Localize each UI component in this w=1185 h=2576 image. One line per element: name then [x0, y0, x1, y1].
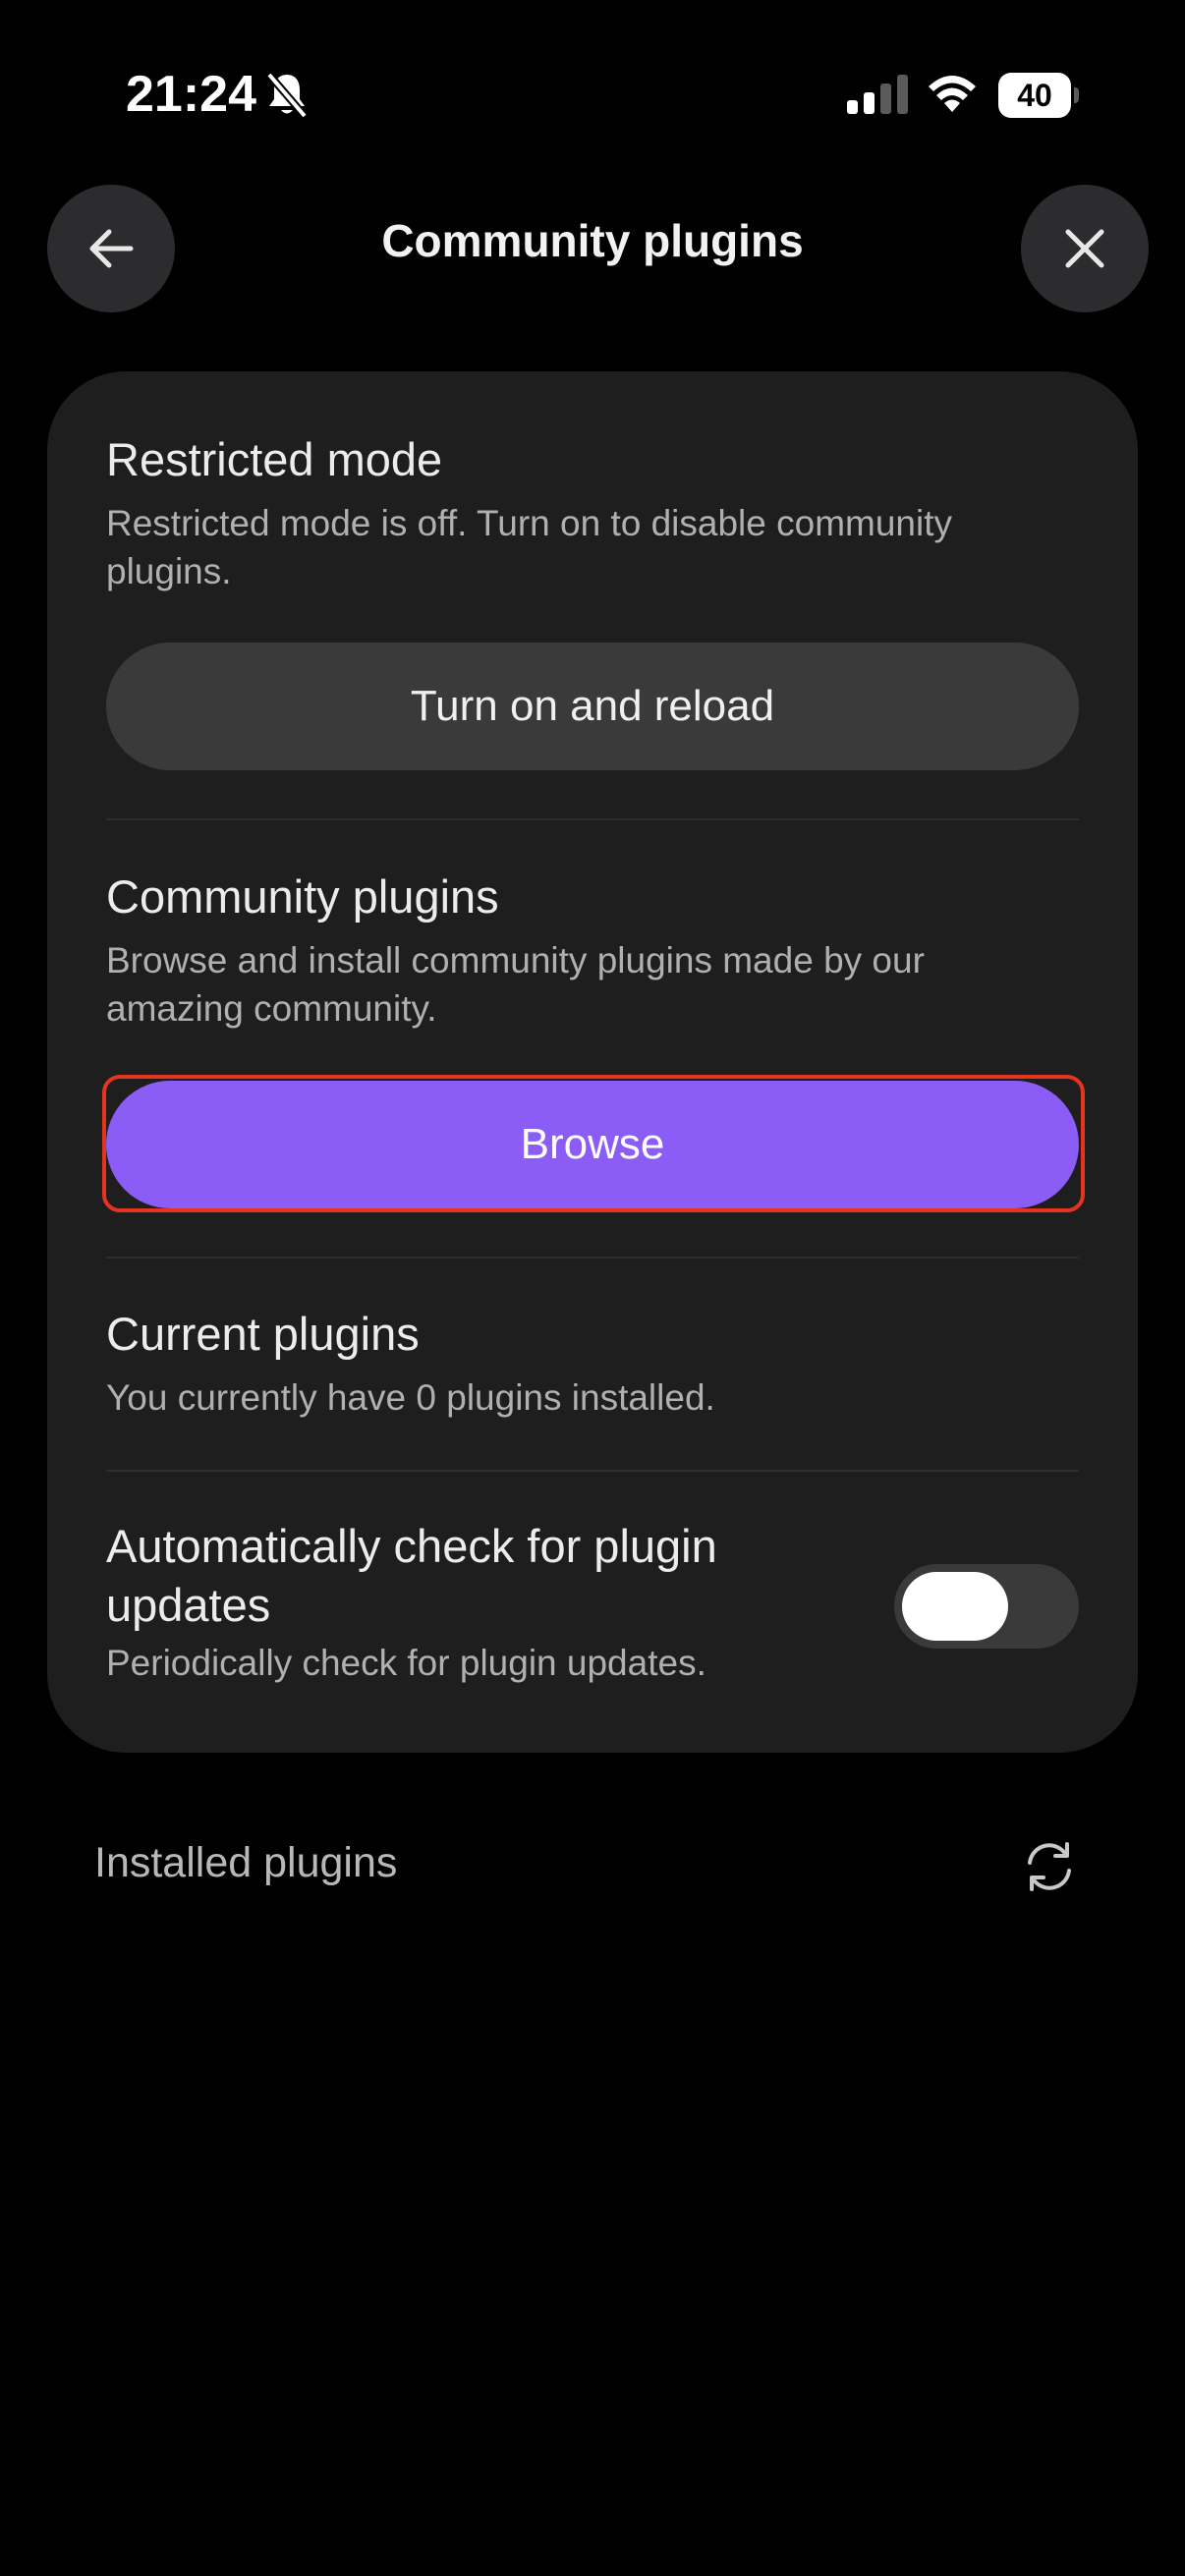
- current-plugins-title: Current plugins: [106, 1308, 420, 1360]
- close-button[interactable]: [1021, 185, 1149, 312]
- settings-card: Restricted mode Restricted mode is off. …: [47, 371, 1138, 1753]
- auto-check-description: Periodically check for plugin updates.: [106, 1643, 706, 1683]
- current-plugins-description: You currently have 0 plugins installed.: [106, 1377, 715, 1418]
- wifi-icon: [929, 76, 976, 112]
- back-button[interactable]: [47, 185, 175, 312]
- toggle-knob: [902, 1572, 1008, 1641]
- divider: [106, 818, 1079, 820]
- divider: [106, 1470, 1079, 1472]
- bell-slash-icon: [265, 72, 309, 119]
- auto-check-title: Automatically check for plugin updates: [106, 1520, 717, 1631]
- restricted-mode-title: Restricted mode: [106, 433, 443, 485]
- turn-on-and-reload-button[interactable]: Turn on and reload: [106, 643, 1079, 770]
- battery-level: 40: [998, 73, 1071, 118]
- arrow-left-icon: [89, 229, 134, 268]
- signal-icon: [847, 75, 908, 114]
- refresh-icon[interactable]: [1020, 1837, 1079, 1896]
- page-title: Community plugins: [381, 215, 804, 266]
- restricted-mode-description: Restricted mode is off. Turn on to disab…: [106, 503, 952, 591]
- browse-button[interactable]: Browse: [106, 1081, 1079, 1208]
- battery-tip: [1074, 87, 1079, 103]
- close-icon: [1065, 229, 1104, 268]
- auto-check-toggle[interactable]: [894, 1564, 1079, 1649]
- community-plugins-description: Browse and install community plugins mad…: [106, 940, 925, 1029]
- installed-plugins-label: Installed plugins: [94, 1839, 398, 1886]
- divider: [106, 1257, 1079, 1259]
- community-plugins-title: Community plugins: [106, 870, 499, 923]
- status-time: 21:24: [126, 66, 256, 123]
- status-bar: 21:24 40: [0, 0, 1185, 187]
- battery-icon: 40: [998, 73, 1079, 118]
